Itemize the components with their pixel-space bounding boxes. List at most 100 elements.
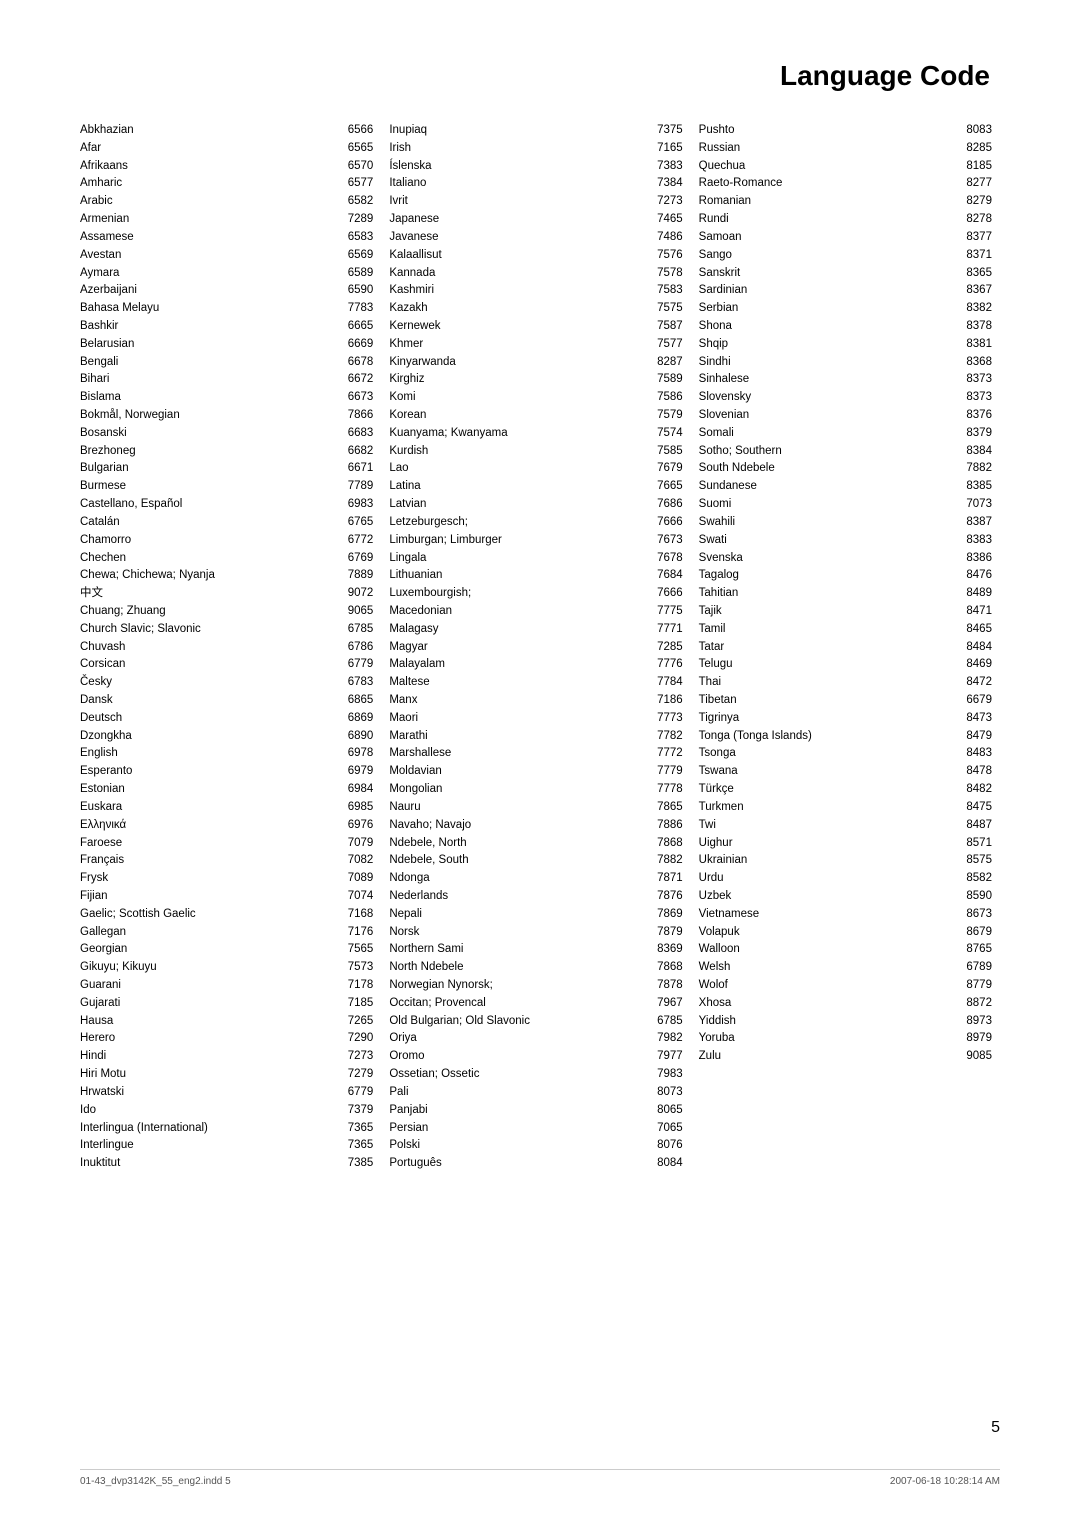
language-code: 7673 xyxy=(648,532,683,550)
language-name: English xyxy=(80,745,334,763)
language-code: 7665 xyxy=(648,478,683,496)
language-name: Chewa; Chichewa; Nyanja xyxy=(80,567,334,585)
language-name: Swati xyxy=(699,532,953,550)
language-code: 8285 xyxy=(957,140,992,158)
list-item: Hindi7273 xyxy=(80,1048,373,1066)
language-code: 7982 xyxy=(648,1030,683,1048)
language-name: Bislama xyxy=(80,389,334,407)
list-item: Zulu9085 xyxy=(699,1048,992,1066)
list-item: Tamil8465 xyxy=(699,621,992,639)
list-item: Corsican6779 xyxy=(80,656,373,674)
list-item: Faroese7079 xyxy=(80,835,373,853)
language-name: Guarani xyxy=(80,977,334,995)
language-name: Swahili xyxy=(699,514,953,532)
language-code: 6865 xyxy=(338,692,373,710)
language-code: 6789 xyxy=(957,959,992,977)
language-name: Georgian xyxy=(80,941,334,959)
list-item: Twi8487 xyxy=(699,817,992,835)
list-item: Kinyarwanda8287 xyxy=(389,354,682,372)
language-code: 6772 xyxy=(338,532,373,550)
list-item: Uighur8571 xyxy=(699,835,992,853)
language-name: Wolof xyxy=(699,977,953,995)
language-name: Kuanyama; Kwanyama xyxy=(389,425,643,443)
language-code: 8679 xyxy=(957,924,992,942)
language-name: Rundi xyxy=(699,211,953,229)
language-code: 8278 xyxy=(957,211,992,229)
language-code: 7589 xyxy=(648,371,683,389)
list-item: Yoruba8979 xyxy=(699,1030,992,1048)
language-name: South Ndebele xyxy=(699,460,953,478)
language-name: Abkhazian xyxy=(80,122,334,140)
list-item: Kurdish7585 xyxy=(389,443,682,461)
language-name: Kalaallisut xyxy=(389,247,643,265)
language-code: 8371 xyxy=(957,247,992,265)
list-item: Occitan; Provencal7967 xyxy=(389,995,682,1013)
language-name: Sardinian xyxy=(699,282,953,300)
language-name: Moldavian xyxy=(389,763,643,781)
list-item: Türkçe8482 xyxy=(699,781,992,799)
language-code: 8373 xyxy=(957,371,992,389)
language-name: Bokmål, Norwegian xyxy=(80,407,334,425)
list-item: Tibetan6679 xyxy=(699,692,992,710)
language-name: Polski xyxy=(389,1137,643,1155)
language-code: 8373 xyxy=(957,389,992,407)
list-item: Interlingue7365 xyxy=(80,1137,373,1155)
language-name: Samoan xyxy=(699,229,953,247)
language-code: 7383 xyxy=(648,158,683,176)
language-name: Norsk xyxy=(389,924,643,942)
list-item: Tatar8484 xyxy=(699,639,992,657)
list-item: Somali8379 xyxy=(699,425,992,443)
list-item: Ελληνικά6976 xyxy=(80,817,373,835)
language-code: 7784 xyxy=(648,674,683,692)
language-name: Hindi xyxy=(80,1048,334,1066)
list-item: Tigrinya8473 xyxy=(699,710,992,728)
language-code: 7273 xyxy=(648,193,683,211)
list-item: Burmese7789 xyxy=(80,478,373,496)
language-name: Bosanski xyxy=(80,425,334,443)
footer-right: 2007-06-18 10:28:14 AM xyxy=(890,1476,1000,1487)
list-item: Chuang; Zhuang9065 xyxy=(80,603,373,621)
list-item: Kirghiz7589 xyxy=(389,371,682,389)
language-name: Kashmiri xyxy=(389,282,643,300)
language-name: Ndebele, North xyxy=(389,835,643,853)
language-code: 7577 xyxy=(648,336,683,354)
list-item: Ivrit7273 xyxy=(389,193,682,211)
list-item: Manx7186 xyxy=(389,692,682,710)
language-code: 6678 xyxy=(338,354,373,372)
language-name: Castellano, Español xyxy=(80,496,334,514)
list-item: Northern Sami8369 xyxy=(389,941,682,959)
column-2: Inupiaq7375Irish7165Íslenska7383Italiano… xyxy=(381,122,690,1173)
list-item: Kalaallisut7576 xyxy=(389,247,682,265)
language-code: 8478 xyxy=(957,763,992,781)
language-name: Chuang; Zhuang xyxy=(80,603,334,621)
list-item: Khmer7577 xyxy=(389,336,682,354)
list-item: Xhosa8872 xyxy=(699,995,992,1013)
language-code: 6984 xyxy=(338,781,373,799)
language-name: Faroese xyxy=(80,835,334,853)
language-name: Afrikaans xyxy=(80,158,334,176)
language-code: 7977 xyxy=(648,1048,683,1066)
language-name: Luxembourgish; xyxy=(389,585,643,603)
language-code: 7365 xyxy=(338,1120,373,1138)
list-item: Tswana8478 xyxy=(699,763,992,781)
language-code: 7089 xyxy=(338,870,373,888)
list-item: Hiri Motu7279 xyxy=(80,1066,373,1084)
language-code: 7865 xyxy=(648,799,683,817)
list-item: Abkhazian6566 xyxy=(80,122,373,140)
language-code: 8377 xyxy=(957,229,992,247)
list-item: Limburgan; Limburger 7673 xyxy=(389,532,682,550)
list-item: Interlingua (International)7365 xyxy=(80,1120,373,1138)
language-name: Chamorro xyxy=(80,532,334,550)
list-item: Italiano7384 xyxy=(389,175,682,193)
list-item: Nauru7865 xyxy=(389,799,682,817)
language-name: Limburgan; Limburger xyxy=(389,532,643,550)
list-item: Welsh6789 xyxy=(699,959,992,977)
list-item: Gaelic; Scottish Gaelic7168 xyxy=(80,906,373,924)
language-code: 8277 xyxy=(957,175,992,193)
language-code: 7586 xyxy=(648,389,683,407)
language-name: Tsonga xyxy=(699,745,953,763)
language-name: Tonga (Tonga Islands) xyxy=(699,728,953,746)
language-name: Sindhi xyxy=(699,354,953,372)
list-item: Maltese7784 xyxy=(389,674,682,692)
language-code: 7585 xyxy=(648,443,683,461)
